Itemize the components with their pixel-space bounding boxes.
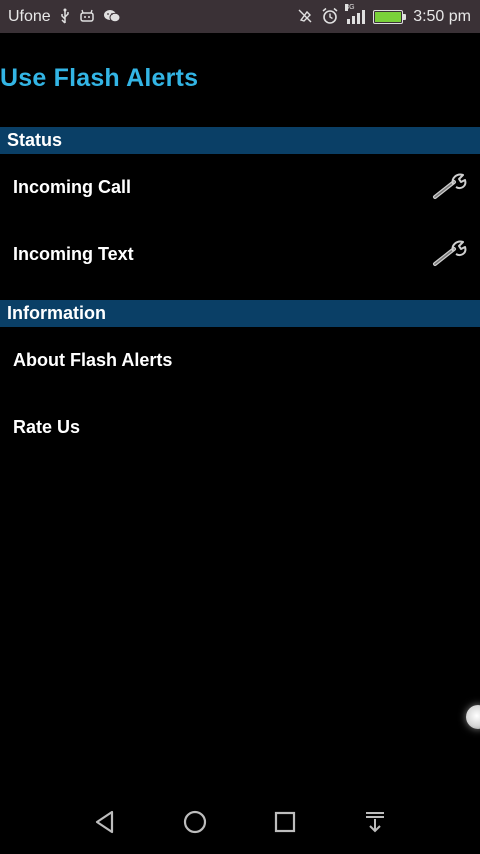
list-item-incoming-call[interactable]: Incoming Call bbox=[0, 154, 480, 220]
section-header-label: Status bbox=[7, 130, 63, 150]
wrench-icon[interactable] bbox=[432, 172, 470, 202]
floating-assistive-button[interactable] bbox=[466, 705, 480, 729]
clock: 3:50 pm bbox=[413, 7, 471, 25]
list-item-label: Rate Us bbox=[13, 416, 81, 437]
list-item-label: Incoming Text bbox=[13, 243, 134, 264]
usb-icon bbox=[59, 8, 71, 26]
back-icon bbox=[95, 810, 114, 834]
recents-button[interactable] bbox=[265, 802, 305, 842]
battery-charging-icon bbox=[373, 9, 407, 24]
list-item-label: About Flash Alerts bbox=[13, 349, 173, 370]
back-button[interactable] bbox=[85, 802, 125, 842]
wrench-icon[interactable] bbox=[432, 239, 470, 269]
list-item-label: Incoming Call bbox=[13, 176, 132, 197]
section-header-label: Information bbox=[7, 303, 106, 323]
network-type-label: 3G bbox=[345, 3, 355, 11]
status-bar-right: 3G 3:50 pm bbox=[297, 3, 471, 27]
notification-pulldown-button[interactable] bbox=[355, 802, 395, 842]
navigation-bar bbox=[0, 790, 480, 854]
signal-3g-icon: 3G bbox=[345, 3, 366, 24]
section-header-status: Status bbox=[0, 127, 480, 154]
list-item-incoming-text[interactable]: Incoming Text bbox=[0, 221, 480, 287]
status-bar-left: Ufone bbox=[8, 8, 121, 26]
carrier-name: Ufone bbox=[8, 7, 51, 25]
home-button[interactable] bbox=[175, 802, 215, 842]
vibrate-off-icon bbox=[297, 8, 313, 26]
status-bar: Ufone 3G 3:50 pm bbox=[0, 0, 480, 33]
notification-pulldown-icon bbox=[366, 812, 384, 833]
page-title: Use Flash Alerts bbox=[0, 64, 199, 92]
alarm-icon bbox=[321, 7, 339, 27]
list-item-about-flash-alerts[interactable]: About Flash Alerts bbox=[0, 327, 480, 393]
list-item-rate-us[interactable]: Rate Us bbox=[0, 394, 480, 460]
section-header-information: Information bbox=[0, 300, 480, 327]
wechat-icon bbox=[103, 9, 121, 25]
home-icon bbox=[183, 810, 207, 834]
android-debug-icon bbox=[79, 9, 95, 25]
recents-icon bbox=[274, 811, 296, 833]
